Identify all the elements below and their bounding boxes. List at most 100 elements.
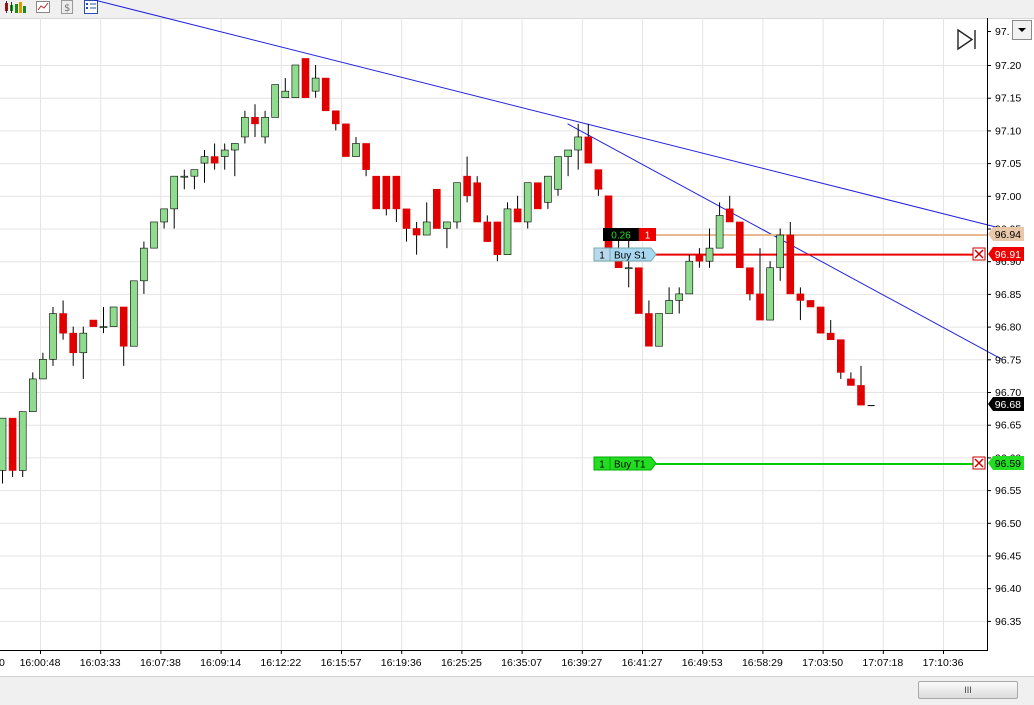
candle-body [241, 117, 249, 138]
candle [766, 261, 774, 321]
candle [836, 339, 845, 379]
candle [342, 123, 350, 157]
position-qty: 1 [645, 231, 651, 242]
candle-body [150, 221, 158, 249]
avg-price-marker: 96.94 [988, 227, 1024, 241]
stop-order-qty: 1 [599, 251, 605, 262]
candle-body [422, 221, 431, 236]
x-tick-label: 0 [0, 657, 5, 669]
price-chart[interactable]: 97.2097.1597.1097.0597.0096.9596.9096.85… [0, 0, 1034, 676]
target-order-label[interactable]: 1 Buy T1 [593, 456, 657, 471]
x-tick-label: 17:03:50 [802, 657, 843, 669]
candle [513, 195, 522, 223]
candle-body [180, 175, 189, 178]
y-tick-label: 96.45 [995, 551, 1021, 563]
candle-body [432, 188, 441, 229]
candle [301, 58, 310, 99]
candle [119, 306, 128, 366]
candle-body [0, 417, 7, 471]
candle-body [99, 326, 108, 328]
candle [150, 221, 158, 249]
x-tick-label: 17:10:36 [923, 657, 964, 669]
candle-body [89, 319, 98, 327]
x-tick-label: 16:25:25 [441, 657, 482, 669]
candle [89, 319, 98, 327]
x-tick-label: 16:09:14 [200, 657, 241, 669]
candle-body [291, 64, 300, 99]
candle-body [675, 293, 684, 301]
auto-scroll-icon[interactable] [957, 28, 976, 51]
candle-body [816, 306, 825, 334]
x-tick-label: 16:35:07 [501, 657, 542, 669]
y-tick-label: 96.50 [995, 518, 1021, 530]
candle [180, 169, 189, 190]
candle [483, 215, 492, 242]
candle [503, 202, 512, 255]
candle-body [109, 306, 118, 327]
candle [49, 306, 57, 366]
candle-body [210, 156, 219, 164]
candle [281, 78, 290, 99]
candle-body [412, 228, 421, 236]
candle-body [301, 58, 310, 99]
position-label[interactable]: 0.26 1 [603, 228, 656, 242]
candle-body [766, 267, 774, 321]
dropdown-button[interactable] [1012, 20, 1032, 40]
trendline [567, 123, 1003, 360]
candle [796, 287, 805, 321]
candlesticks [0, 58, 875, 484]
candle-body [443, 221, 451, 229]
position-pnl: 0.26 [611, 231, 631, 242]
x-tick-label: 16:19:36 [381, 657, 422, 669]
candle [826, 320, 835, 340]
y-tick-label: 97.00 [995, 191, 1021, 203]
horizontal-scrollbar[interactable]: III [0, 676, 1034, 705]
candle-body [806, 300, 815, 308]
svg-text:96.59: 96.59 [995, 458, 1021, 470]
candle-body [190, 169, 199, 177]
x-tick-label: 16:41:27 [622, 657, 663, 669]
x-tick-label: 16:39:27 [561, 657, 602, 669]
y-axis-labels: 97.2097.1597.1097.0597.0096.9596.9096.85… [987, 26, 1021, 628]
candle [806, 300, 815, 308]
candle [432, 188, 441, 229]
candle [634, 267, 643, 314]
candle-body [59, 313, 67, 334]
stop-cancel-icon[interactable] [972, 247, 986, 261]
y-tick-label: 96.65 [995, 420, 1021, 432]
candle [735, 221, 744, 269]
scrollbar-thumb[interactable]: III [918, 681, 1018, 699]
target-price-marker: 96.59 [988, 456, 1024, 470]
candle-body [362, 143, 370, 170]
target-cancel-icon[interactable] [972, 456, 986, 470]
candle [190, 169, 199, 190]
candle-body [725, 208, 734, 223]
candle-body [200, 156, 209, 164]
candle-body [776, 234, 785, 269]
candle [816, 306, 825, 334]
candle [59, 300, 67, 340]
candle-body [695, 254, 704, 262]
candle [695, 248, 704, 268]
candle-body [453, 182, 461, 223]
candle-body [645, 313, 653, 347]
candle [261, 110, 269, 144]
y-tick-label: 97. [995, 26, 1010, 38]
candle-body [331, 110, 340, 125]
candle-body [231, 143, 239, 151]
candle-body [604, 195, 613, 255]
candle [645, 300, 653, 347]
candle-body [28, 378, 37, 412]
y-tick-label: 96.35 [995, 616, 1021, 628]
candle [321, 77, 330, 112]
stop-order-label[interactable]: 1 Buy S1 [593, 247, 657, 262]
chevron-down-icon [1018, 28, 1026, 32]
candle-body [513, 208, 522, 223]
candle-body [69, 332, 77, 354]
y-tick-label: 97.10 [995, 125, 1021, 137]
candle [372, 175, 381, 210]
candle [867, 405, 875, 407]
candle [776, 228, 785, 281]
y-tick-label: 97.05 [995, 158, 1021, 170]
candle [412, 221, 421, 255]
